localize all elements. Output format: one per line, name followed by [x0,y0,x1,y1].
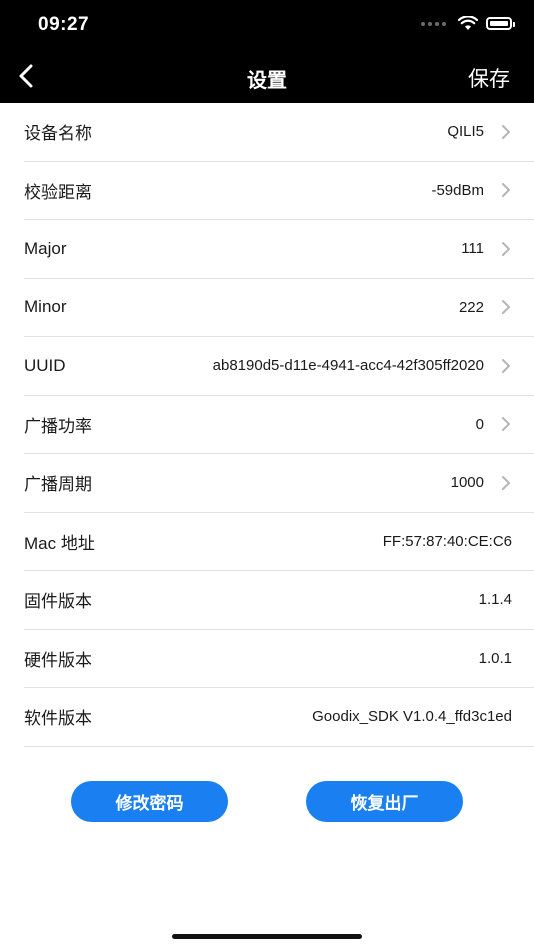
row-label: Mac 地址 [24,533,95,553]
row-value: 1.1.4 [478,591,512,609]
row-value: Goodix_SDK V1.0.4_ffd3c1ed [312,708,512,726]
row-value: 1.0.1 [478,649,512,667]
top-bar: 09:27 设置 保存 [0,0,534,103]
row-label: Major [24,238,67,258]
row-label: 校验距离 [24,182,92,202]
row-value: QILI5 [447,123,484,141]
row-software-version: 软件版本 Goodix_SDK V1.0.4_ffd3c1ed [24,688,534,747]
change-password-button[interactable]: 修改密码 [71,781,228,822]
factory-reset-button[interactable]: 恢复出厂 [306,781,463,822]
chevron-right-icon [502,183,510,198]
chevron-right-icon [502,475,510,490]
save-button[interactable]: 保存 [468,63,510,93]
chevron-right-icon [502,300,510,315]
battery-icon [486,17,515,30]
row-uuid[interactable]: UUID ab8190d5-d11e-4941-acc4-42f305ff202… [24,337,534,396]
row-label: UUID [24,355,66,375]
row-broadcast-power[interactable]: 广播功率 0 [24,396,534,454]
status-time: 09:27 [38,14,90,35]
row-label: 设备名称 [24,124,92,144]
row-value: 222 [458,298,484,316]
row-broadcast-interval[interactable]: 广播周期 1000 [24,454,534,513]
row-label: 广播周期 [24,475,92,495]
row-label: 固件版本 [24,592,92,612]
row-value: 0 [475,415,484,433]
row-mac-address: Mac 地址 FF:57:87:40:CE:C6 [24,513,534,571]
chevron-right-icon [502,241,510,256]
signal-dots-icon [421,21,446,26]
row-minor[interactable]: Minor 222 [24,279,534,337]
row-label: 软件版本 [24,709,92,729]
home-indicator [172,934,362,939]
row-device-name[interactable]: 设备名称 QILI5 [24,103,534,162]
row-label: Minor [24,297,67,317]
chevron-right-icon [502,358,510,373]
row-major[interactable]: Major 111 [24,220,534,279]
chevron-right-icon [502,124,510,139]
row-calibration-distance[interactable]: 校验距离 -59dBm [24,162,534,220]
row-label: 硬件版本 [24,650,92,670]
row-value: ab8190d5-d11e-4941-acc4-42f305ff2020 [212,357,484,375]
row-value: 1000 [450,474,484,492]
status-icons [421,16,515,31]
wifi-icon [458,16,478,30]
row-firmware-version: 固件版本 1.1.4 [24,571,534,630]
row-value: -59dBm [431,181,484,199]
settings-list: 设备名称 QILI5 校验距离 -59dBm Major 111 Minor 2… [0,103,534,747]
row-value: 111 [461,240,484,258]
row-hardware-version: 硬件版本 1.0.1 [24,630,534,688]
chevron-right-icon [502,417,510,432]
page-title: 设置 [247,70,287,92]
row-label: 广播功率 [24,416,92,436]
row-value: FF:57:87:40:CE:C6 [382,532,512,550]
